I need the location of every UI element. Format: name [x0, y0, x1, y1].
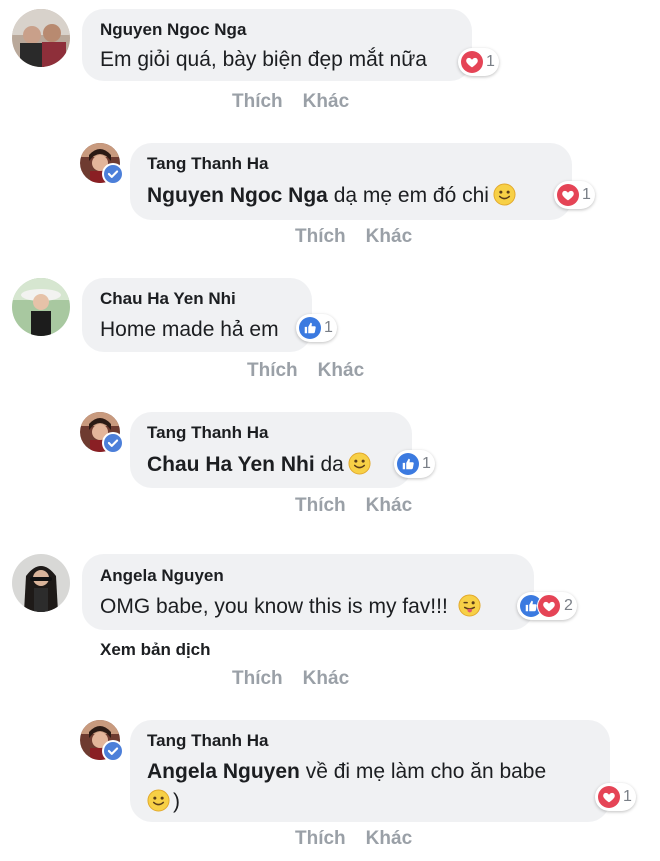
like-link[interactable]: Thích — [295, 828, 346, 849]
reaction-count: 1 — [422, 455, 431, 472]
smile-emoji-icon — [493, 183, 516, 206]
comment-text: OMG babe, you know this is my fav!!! — [100, 594, 481, 619]
comment-text: Home made hả em — [100, 318, 279, 341]
heart-icon — [461, 51, 483, 73]
comment-actions: Thích Khác — [295, 495, 412, 517]
comment-text: Chau Ha Yen Nhi da — [147, 452, 371, 477]
comment-text: Em giỏi quá, bày biện đẹp mắt nữa — [100, 48, 427, 71]
comment-author[interactable]: Chau Ha Yen Nhi — [100, 289, 236, 309]
reaction-summary[interactable]: 1 — [296, 314, 337, 342]
like-link[interactable]: Thích — [232, 668, 283, 689]
comment-text: Angela Nguyen về đi mẹ làm cho ăn babe — [147, 760, 547, 783]
thumbs-up-icon — [299, 317, 321, 339]
comment-author[interactable]: Tang Thanh Ha — [147, 154, 269, 174]
like-link[interactable]: Thích — [247, 360, 298, 381]
thumbs-up-icon — [397, 453, 419, 475]
more-link[interactable]: Khác — [318, 360, 364, 381]
verified-check-icon — [102, 432, 124, 454]
smile-emoji-icon — [147, 789, 170, 812]
verified-check-icon — [102, 163, 124, 185]
reaction-summary[interactable]: 2 — [517, 592, 577, 620]
more-link[interactable]: Khác — [366, 828, 412, 849]
more-link[interactable]: Khác — [303, 668, 349, 689]
avatar[interactable] — [12, 278, 70, 336]
more-link[interactable]: Khác — [303, 91, 349, 112]
reaction-count: 1 — [486, 53, 495, 70]
comment-actions: Thích Khác — [247, 360, 364, 382]
comment-actions: Thích Khác — [232, 91, 349, 113]
comment-text-line: ) — [147, 789, 180, 814]
reaction-summary[interactable]: 1 — [554, 181, 595, 209]
comment-author[interactable]: Tang Thanh Ha — [147, 423, 269, 443]
comment-author[interactable]: Nguyen Ngoc Nga — [100, 20, 246, 40]
comment-author[interactable]: Tang Thanh Ha — [147, 731, 269, 751]
comment-actions: Thích Khác — [295, 828, 412, 850]
mention-link[interactable]: Angela Nguyen — [147, 760, 300, 783]
like-link[interactable]: Thích — [295, 495, 346, 516]
verified-check-icon — [102, 740, 124, 762]
reaction-count: 1 — [582, 186, 591, 203]
comment-actions: Thích Khác — [295, 226, 412, 248]
reaction-summary[interactable]: 1 — [394, 450, 435, 478]
comment-actions: Thích Khác — [232, 668, 349, 690]
reaction-count: 1 — [623, 788, 632, 805]
reaction-count: 2 — [564, 597, 573, 614]
see-translation-link[interactable]: Xem bản dịch — [100, 640, 211, 660]
heart-icon — [537, 594, 561, 618]
more-link[interactable]: Khác — [366, 226, 412, 247]
like-link[interactable]: Thích — [232, 91, 283, 112]
avatar[interactable] — [12, 9, 70, 67]
heart-icon — [598, 786, 620, 808]
like-link[interactable]: Thích — [295, 226, 346, 247]
smile-emoji-icon — [348, 452, 371, 475]
mention-link[interactable]: Nguyen Ngoc Nga — [147, 184, 328, 207]
reaction-count: 1 — [324, 319, 333, 336]
avatar[interactable] — [12, 554, 70, 612]
comment-text: Nguyen Ngoc Nga dạ mẹ em đó chi — [147, 183, 516, 208]
mention-link[interactable]: Chau Ha Yen Nhi — [147, 453, 315, 476]
more-link[interactable]: Khác — [366, 495, 412, 516]
heart-icon — [557, 184, 579, 206]
reaction-summary[interactable]: 1 — [458, 48, 499, 76]
comment-author[interactable]: Angela Nguyen — [100, 566, 224, 586]
tongue-emoji-icon — [458, 594, 481, 617]
reaction-summary[interactable]: 1 — [595, 783, 636, 811]
